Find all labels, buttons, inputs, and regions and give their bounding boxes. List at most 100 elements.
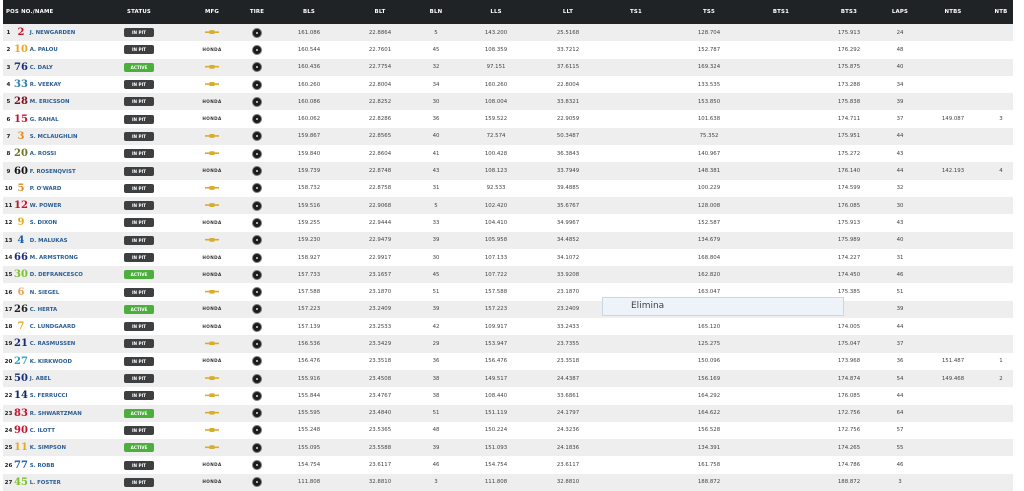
bts3-cell: 175.838 xyxy=(837,98,861,105)
table-row[interactable]: 23 83 R. SHWARTZMAN ACTIVE 155.595 23.4840 51… xyxy=(3,404,1013,422)
ts5-cell: 101.638 xyxy=(697,116,721,123)
driver-name-link[interactable]: M. ERICSSON xyxy=(30,99,70,105)
driver-cell: 73 S. MCLAUGHLIN xyxy=(3,128,95,145)
table-row[interactable]: 12 J. NEWGARDEN IN PIT 161.086 22.8864 5 143.… xyxy=(3,24,1013,42)
driver-name-link[interactable]: S. MCLAUGHLIN xyxy=(30,134,78,140)
column-header-bls[interactable]: BLS xyxy=(273,0,345,24)
table-row[interactable]: 20 27 K. KIRKWOOD IN PIT HONDA 156.476 23.351… xyxy=(3,352,1013,370)
driver-name-link[interactable]: F. ROSENQVIST xyxy=(30,169,76,175)
table-row[interactable]: 19 21 C. RASMUSSEN IN PIT 156.536 23.3429 29 1… xyxy=(3,335,1013,353)
table-row[interactable]: 4 33 R. VEEKAY IN PIT 160.260 22.8004 34 160.2… xyxy=(3,75,1013,94)
table-row[interactable]: 10 5 P. O'WARD IN PIT 158.732 22.8758 31 92.53… xyxy=(3,179,1013,197)
table-row[interactable]: 5 28 M. ERICSSON IN PIT HONDA 160.086 22.8252… xyxy=(3,93,1013,111)
tire-icon xyxy=(252,356,262,367)
driver-name-link[interactable]: W. POWER xyxy=(30,203,62,209)
driver-name-link[interactable]: M. ARMSTRONG xyxy=(30,255,78,261)
driver-name-link[interactable]: C. DALY xyxy=(30,65,53,71)
table-row[interactable]: 8 20 A. ROSSI IN PIT 159.840 22.8604 41 100.42… xyxy=(3,145,1013,163)
tire-icon xyxy=(252,390,262,401)
table-row[interactable]: 27 45 L. FOSTER IN PIT HONDA 111.808 32.8810 3… xyxy=(3,473,1013,491)
driver-name-link[interactable]: P. O'WARD xyxy=(30,186,62,192)
column-header-llt[interactable]: LLT xyxy=(535,0,601,24)
table-row[interactable]: 2 10 A. PALOU IN PIT HONDA 160.544 22.7601 45 1… xyxy=(3,41,1013,59)
status-badge: IN PIT xyxy=(124,287,154,297)
status-cell: IN PIT xyxy=(95,41,183,58)
lls-cell: 160.260 xyxy=(484,81,508,88)
column-header-blt[interactable]: BLT xyxy=(345,0,415,24)
driver-name-link[interactable]: C. HERTA xyxy=(30,307,57,313)
column-header-mfg[interactable]: MFG xyxy=(183,0,241,24)
table-row[interactable]: 22 14 S. FERRUCCI IN PIT 155.844 23.4767 38 10… xyxy=(3,387,1013,405)
column-header-status[interactable]: STATUS xyxy=(95,0,183,24)
table-row[interactable]: 9 60 F. ROSENQVIST IN PIT HONDA 159.739 22.87… xyxy=(3,162,1013,180)
table-row[interactable]: 11 12 W. POWER IN PIT 159.516 22.9068 5 102.42… xyxy=(3,196,1013,215)
table-row[interactable]: 24 90 C. ILOTT IN PIT 155.248 23.5365 48 150.2… xyxy=(3,421,1013,440)
table-row[interactable]: 13 4 D. MALUKAS IN PIT 159.230 22.9479 39 105.… xyxy=(3,231,1013,249)
column-header-ntbs[interactable]: NTBS xyxy=(917,0,989,24)
driver-name-link[interactable]: K. SIMPSON xyxy=(30,445,66,451)
column-header-bts3[interactable]: BTS3 xyxy=(815,0,883,24)
column-header-pos-name[interactable]: POS NO./NAME xyxy=(3,0,95,24)
status-badge: IN PIT xyxy=(124,45,154,55)
driver-name-link[interactable]: K. KIRKWOOD xyxy=(30,359,72,365)
blt-cell: 22.9444 xyxy=(368,219,392,226)
table-row[interactable]: 21 50 J. ABEL IN PIT 155.916 23.4508 38 149.51… xyxy=(3,369,1013,388)
table-row[interactable]: 25 11 K. SIMPSON ACTIVE 155.095 23.5588 39 151… xyxy=(3,439,1013,457)
driver-name-link[interactable]: S. ROBB xyxy=(30,463,55,469)
driver-name-link[interactable]: J. ABEL xyxy=(30,376,51,382)
driver-cell: 9 60 F. ROSENQVIST xyxy=(3,162,95,179)
driver-name-link[interactable]: C. ILOTT xyxy=(30,428,55,434)
honda-logo: HONDA xyxy=(202,306,222,312)
mfg-cell: HONDA xyxy=(183,41,241,58)
status-cell: IN PIT xyxy=(95,318,183,335)
table-row[interactable]: 17 26 C. HERTA ACTIVE HONDA 157.223 23.2409 39… xyxy=(3,300,1013,319)
column-header-ts5[interactable]: TS5 xyxy=(671,0,747,24)
column-header-bts1[interactable]: BTS1 xyxy=(747,0,815,24)
driver-name-link[interactable]: D. DEFRANCESCO xyxy=(30,272,83,278)
bts1-cell xyxy=(747,232,815,249)
car-number: 26 xyxy=(14,303,28,315)
column-header-ts1[interactable]: TS1 xyxy=(601,0,671,24)
ts1-cell xyxy=(601,266,671,283)
laps-cell: 44 xyxy=(896,323,904,330)
column-header-ntb[interactable]: NTB xyxy=(989,0,1013,24)
driver-name-link[interactable]: R. SHWARTZMAN xyxy=(30,411,82,417)
table-row[interactable]: 18 7 C. LUNDGAARD IN PIT HONDA 157.139 23.253… xyxy=(3,318,1013,336)
column-header-laps[interactable]: LAPS xyxy=(883,0,917,24)
column-header-lls[interactable]: LLS xyxy=(457,0,535,24)
driver-name-link[interactable]: N. SIEGEL xyxy=(30,290,60,296)
table-row[interactable]: 15 30 D. DEFRANCESCO ACTIVE HONDA 157.733 23.… xyxy=(3,266,1013,284)
driver-name-link[interactable]: A. PALOU xyxy=(30,47,58,53)
table-row[interactable]: 12 9 S. DIXON IN PIT HONDA 159.255 22.9444 33 1… xyxy=(3,214,1013,232)
driver-name-link[interactable]: D. MALUKAS xyxy=(30,238,68,244)
driver-name-link[interactable]: G. RAHAL xyxy=(30,117,59,123)
driver-name-link[interactable]: A. ROSSI xyxy=(30,151,56,157)
status-cell: IN PIT xyxy=(95,145,183,162)
laps-cell: 57 xyxy=(896,427,904,434)
driver-name-link[interactable]: S. FERRUCCI xyxy=(30,393,68,399)
driver-name-link[interactable]: J. NEWGARDEN xyxy=(30,30,76,36)
ts5-cell: 153.850 xyxy=(697,98,721,105)
table-row[interactable]: 73 S. MCLAUGHLIN IN PIT 159.867 22.8565 40 72… xyxy=(3,127,1013,146)
table-row[interactable]: 3 76 C. DALY ACTIVE 160.436 22.7754 32 97.151 3… xyxy=(3,58,1013,76)
llt-cell: 36.3843 xyxy=(556,150,580,157)
table-row[interactable]: 6 15 G. RAHAL IN PIT HONDA 160.062 22.8286 36 1… xyxy=(3,110,1013,128)
table-row[interactable]: 14 66 M. ARMSTRONG IN PIT HONDA 158.927 22.99… xyxy=(3,248,1013,267)
chevrolet-bowtie-icon xyxy=(205,30,219,35)
ntb-cell xyxy=(989,474,1013,491)
driver-name-link[interactable]: S. DIXON xyxy=(30,220,57,226)
car-number: 7 xyxy=(17,321,25,333)
bts1-cell xyxy=(747,249,815,266)
driver-name-link[interactable]: L. FOSTER xyxy=(30,480,61,486)
ts5-cell: 75.352 xyxy=(699,133,719,140)
column-header-bln[interactable]: BLN xyxy=(415,0,457,24)
table-row[interactable]: 26 77 S. ROBB IN PIT HONDA 154.754 23.6117 46 1… xyxy=(3,456,1013,474)
table-row[interactable]: 16 6 N. SIEGEL IN PIT 157.588 23.1870 51 157.5… xyxy=(3,283,1013,301)
driver-name-link[interactable]: C. LUNDGAARD xyxy=(30,324,76,330)
driver-name-link[interactable]: R. VEEKAY xyxy=(30,82,61,88)
driver-cell: 2 10 A. PALOU xyxy=(3,41,95,58)
status-cell: IN PIT xyxy=(95,197,183,214)
driver-name-link[interactable]: C. RASMUSSEN xyxy=(30,341,76,347)
ts1-cell xyxy=(601,110,671,127)
column-header-tire[interactable]: TIRE xyxy=(241,0,273,24)
